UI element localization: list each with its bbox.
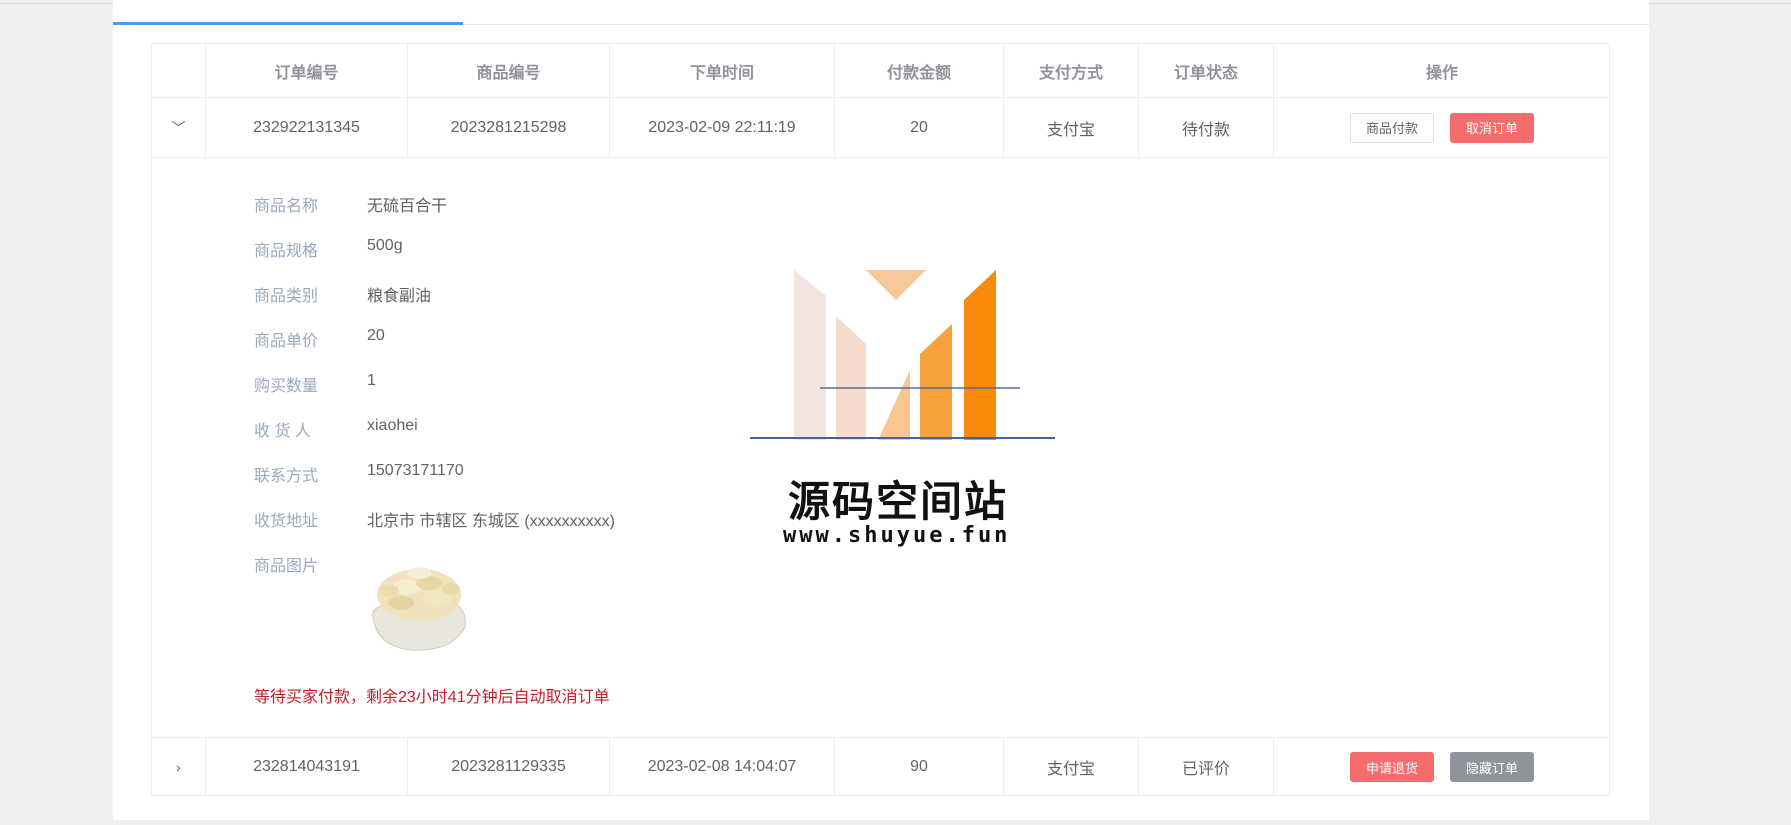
status-cell: 待付款 bbox=[1139, 98, 1274, 157]
detail-label: 商品规格 bbox=[254, 243, 319, 260]
table-row: › 232814043191 2023281129335 2023-02-08 … bbox=[152, 738, 1609, 796]
chevron-down-icon[interactable]: ﹀ bbox=[172, 118, 186, 138]
chevron-right-icon[interactable]: › bbox=[176, 759, 181, 775]
pay-method-cell: 支付宝 bbox=[1004, 98, 1139, 157]
header-amount: 付款金额 bbox=[835, 44, 1004, 97]
detail-label: 商品类别 bbox=[254, 288, 319, 305]
product-no-cell: 2023281129335 bbox=[408, 738, 610, 796]
header-product-no: 商品编号 bbox=[408, 44, 610, 97]
order-time-cell: 2023-02-09 22:11:19 bbox=[610, 98, 835, 157]
detail-value: 粮食副油 bbox=[367, 288, 432, 305]
watermark-logo-icon bbox=[750, 270, 1055, 440]
watermark-url: www.shuyue.fun bbox=[783, 523, 1011, 548]
request-return-button[interactable]: 申请退货 bbox=[1349, 752, 1434, 782]
payment-countdown-notice: 等待买家付款，剩余23小时41分钟后自动取消订单 bbox=[254, 689, 610, 706]
watermark: 源码空间站 www.shuyue.fun bbox=[680, 260, 1080, 560]
detail-value: 15073171170 bbox=[367, 462, 464, 479]
header-order-no: 订单编号 bbox=[206, 44, 408, 97]
amount-cell: 90 bbox=[835, 738, 1004, 796]
tab-active-indicator[interactable] bbox=[113, 22, 463, 25]
detail-label: 商品名称 bbox=[254, 198, 319, 215]
hide-order-button[interactable]: 隐藏订单 bbox=[1450, 752, 1535, 782]
status-cell: 已评价 bbox=[1139, 738, 1274, 796]
detail-value: 500g bbox=[367, 237, 403, 254]
row-expand-toggle[interactable]: › bbox=[152, 738, 206, 796]
expand-column-header bbox=[152, 44, 206, 97]
table-row: ﹀ 232922131345 2023281215298 2023-02-09 … bbox=[152, 98, 1609, 158]
detail-value: 1 bbox=[367, 372, 376, 389]
order-time-cell: 2023-02-08 14:04:07 bbox=[610, 738, 835, 796]
detail-value: xiaohei bbox=[367, 417, 418, 434]
header-actions: 操作 bbox=[1425, 64, 1458, 82]
order-no-cell: 232814043191 bbox=[206, 738, 408, 796]
header-order-time: 下单时间 bbox=[610, 44, 835, 97]
cancel-order-button[interactable]: 取消订单 bbox=[1450, 112, 1535, 143]
order-no-cell: 232922131345 bbox=[206, 98, 408, 157]
detail-value: 20 bbox=[367, 327, 385, 344]
detail-label: 联系方式 bbox=[254, 468, 319, 485]
watermark-title: 源码空间站 bbox=[788, 478, 1009, 525]
row-expand-toggle[interactable]: ﹀ bbox=[152, 98, 206, 157]
header-pay-method: 支付方式 bbox=[1004, 44, 1139, 97]
header-status: 订单状态 bbox=[1139, 44, 1274, 97]
actions-cell: 商品付款 取消订单 bbox=[1274, 98, 1610, 157]
actions-cell: 申请退货 隐藏订单 bbox=[1274, 738, 1610, 796]
pay-method-cell: 支付宝 bbox=[1004, 738, 1139, 796]
detail-value: 北京市 市辖区 东城区 (xxxxxxxxxx) bbox=[367, 513, 615, 530]
product-image bbox=[367, 557, 471, 654]
product-no-cell: 2023281215298 bbox=[408, 98, 610, 157]
detail-label: 收 货 人 bbox=[254, 423, 311, 440]
detail-label: 收货地址 bbox=[254, 513, 319, 530]
table-header: 订单编号 商品编号 下单时间 付款金额 支付方式 订单状态 操作 bbox=[152, 44, 1609, 98]
detail-label: 商品图片 bbox=[254, 558, 319, 575]
detail-label: 购买数量 bbox=[254, 378, 319, 395]
detail-value: 无硫百合干 bbox=[367, 198, 448, 215]
amount-cell: 20 bbox=[835, 98, 1004, 157]
pay-button[interactable]: 商品付款 bbox=[1349, 112, 1434, 143]
detail-label: 商品单价 bbox=[254, 333, 319, 350]
